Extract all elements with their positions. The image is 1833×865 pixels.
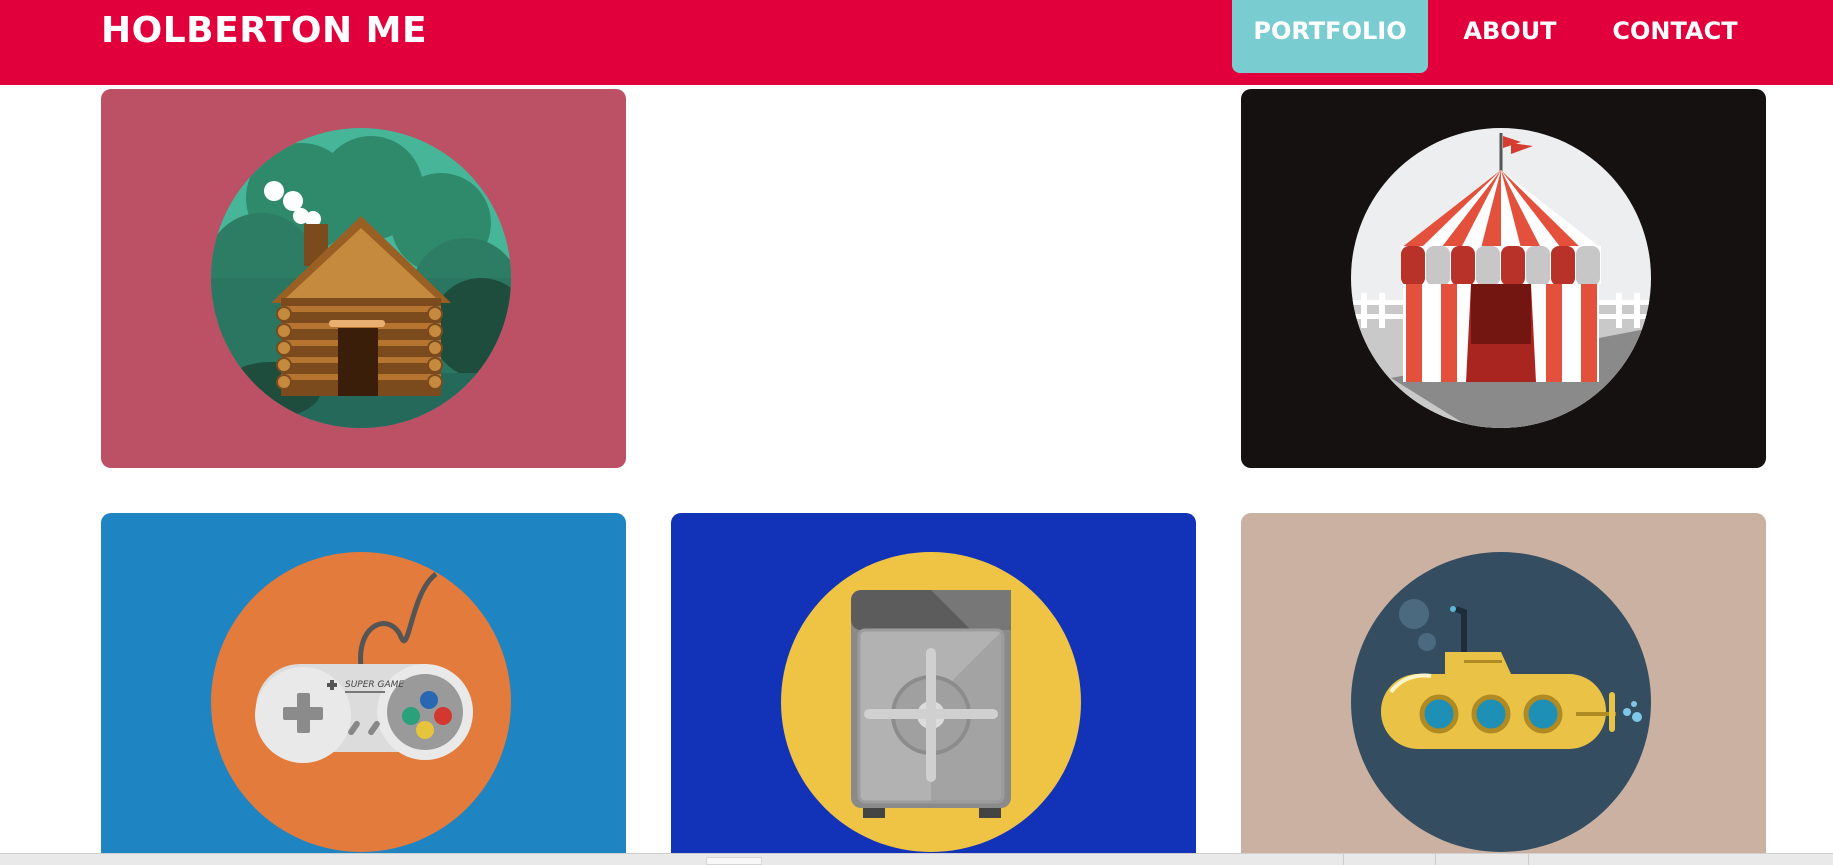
portfolio-card-circus[interactable] xyxy=(1241,89,1766,468)
portfolio-card-safe[interactable] xyxy=(671,513,1196,864)
site-brand[interactable]: HOLBERTON ME xyxy=(101,8,427,54)
nav-portfolio[interactable]: PORTFOLIO xyxy=(1232,0,1428,73)
nav-about[interactable]: ABOUT xyxy=(1440,0,1580,73)
portfolio-card-controller[interactable]: SUPER GAME xyxy=(101,513,626,864)
divider xyxy=(1435,854,1436,865)
header: HOLBERTON ME PORTFOLIO ABOUT CONTACT xyxy=(0,0,1833,85)
portfolio-card-cabin[interactable] xyxy=(101,89,626,468)
game-controller-icon: SUPER GAME xyxy=(211,552,511,852)
divider xyxy=(1528,854,1529,865)
circus-tent-icon xyxy=(1351,128,1651,428)
submarine-icon xyxy=(1351,552,1651,852)
safe-icon xyxy=(781,552,1081,852)
log-cabin-icon xyxy=(211,128,511,428)
controller-label: SUPER GAME xyxy=(345,680,404,690)
portfolio-card-submarine[interactable] xyxy=(1241,513,1766,864)
divider xyxy=(1343,854,1344,865)
horizontal-scrollbar[interactable] xyxy=(0,853,1833,865)
nav-contact[interactable]: CONTACT xyxy=(1600,0,1750,73)
